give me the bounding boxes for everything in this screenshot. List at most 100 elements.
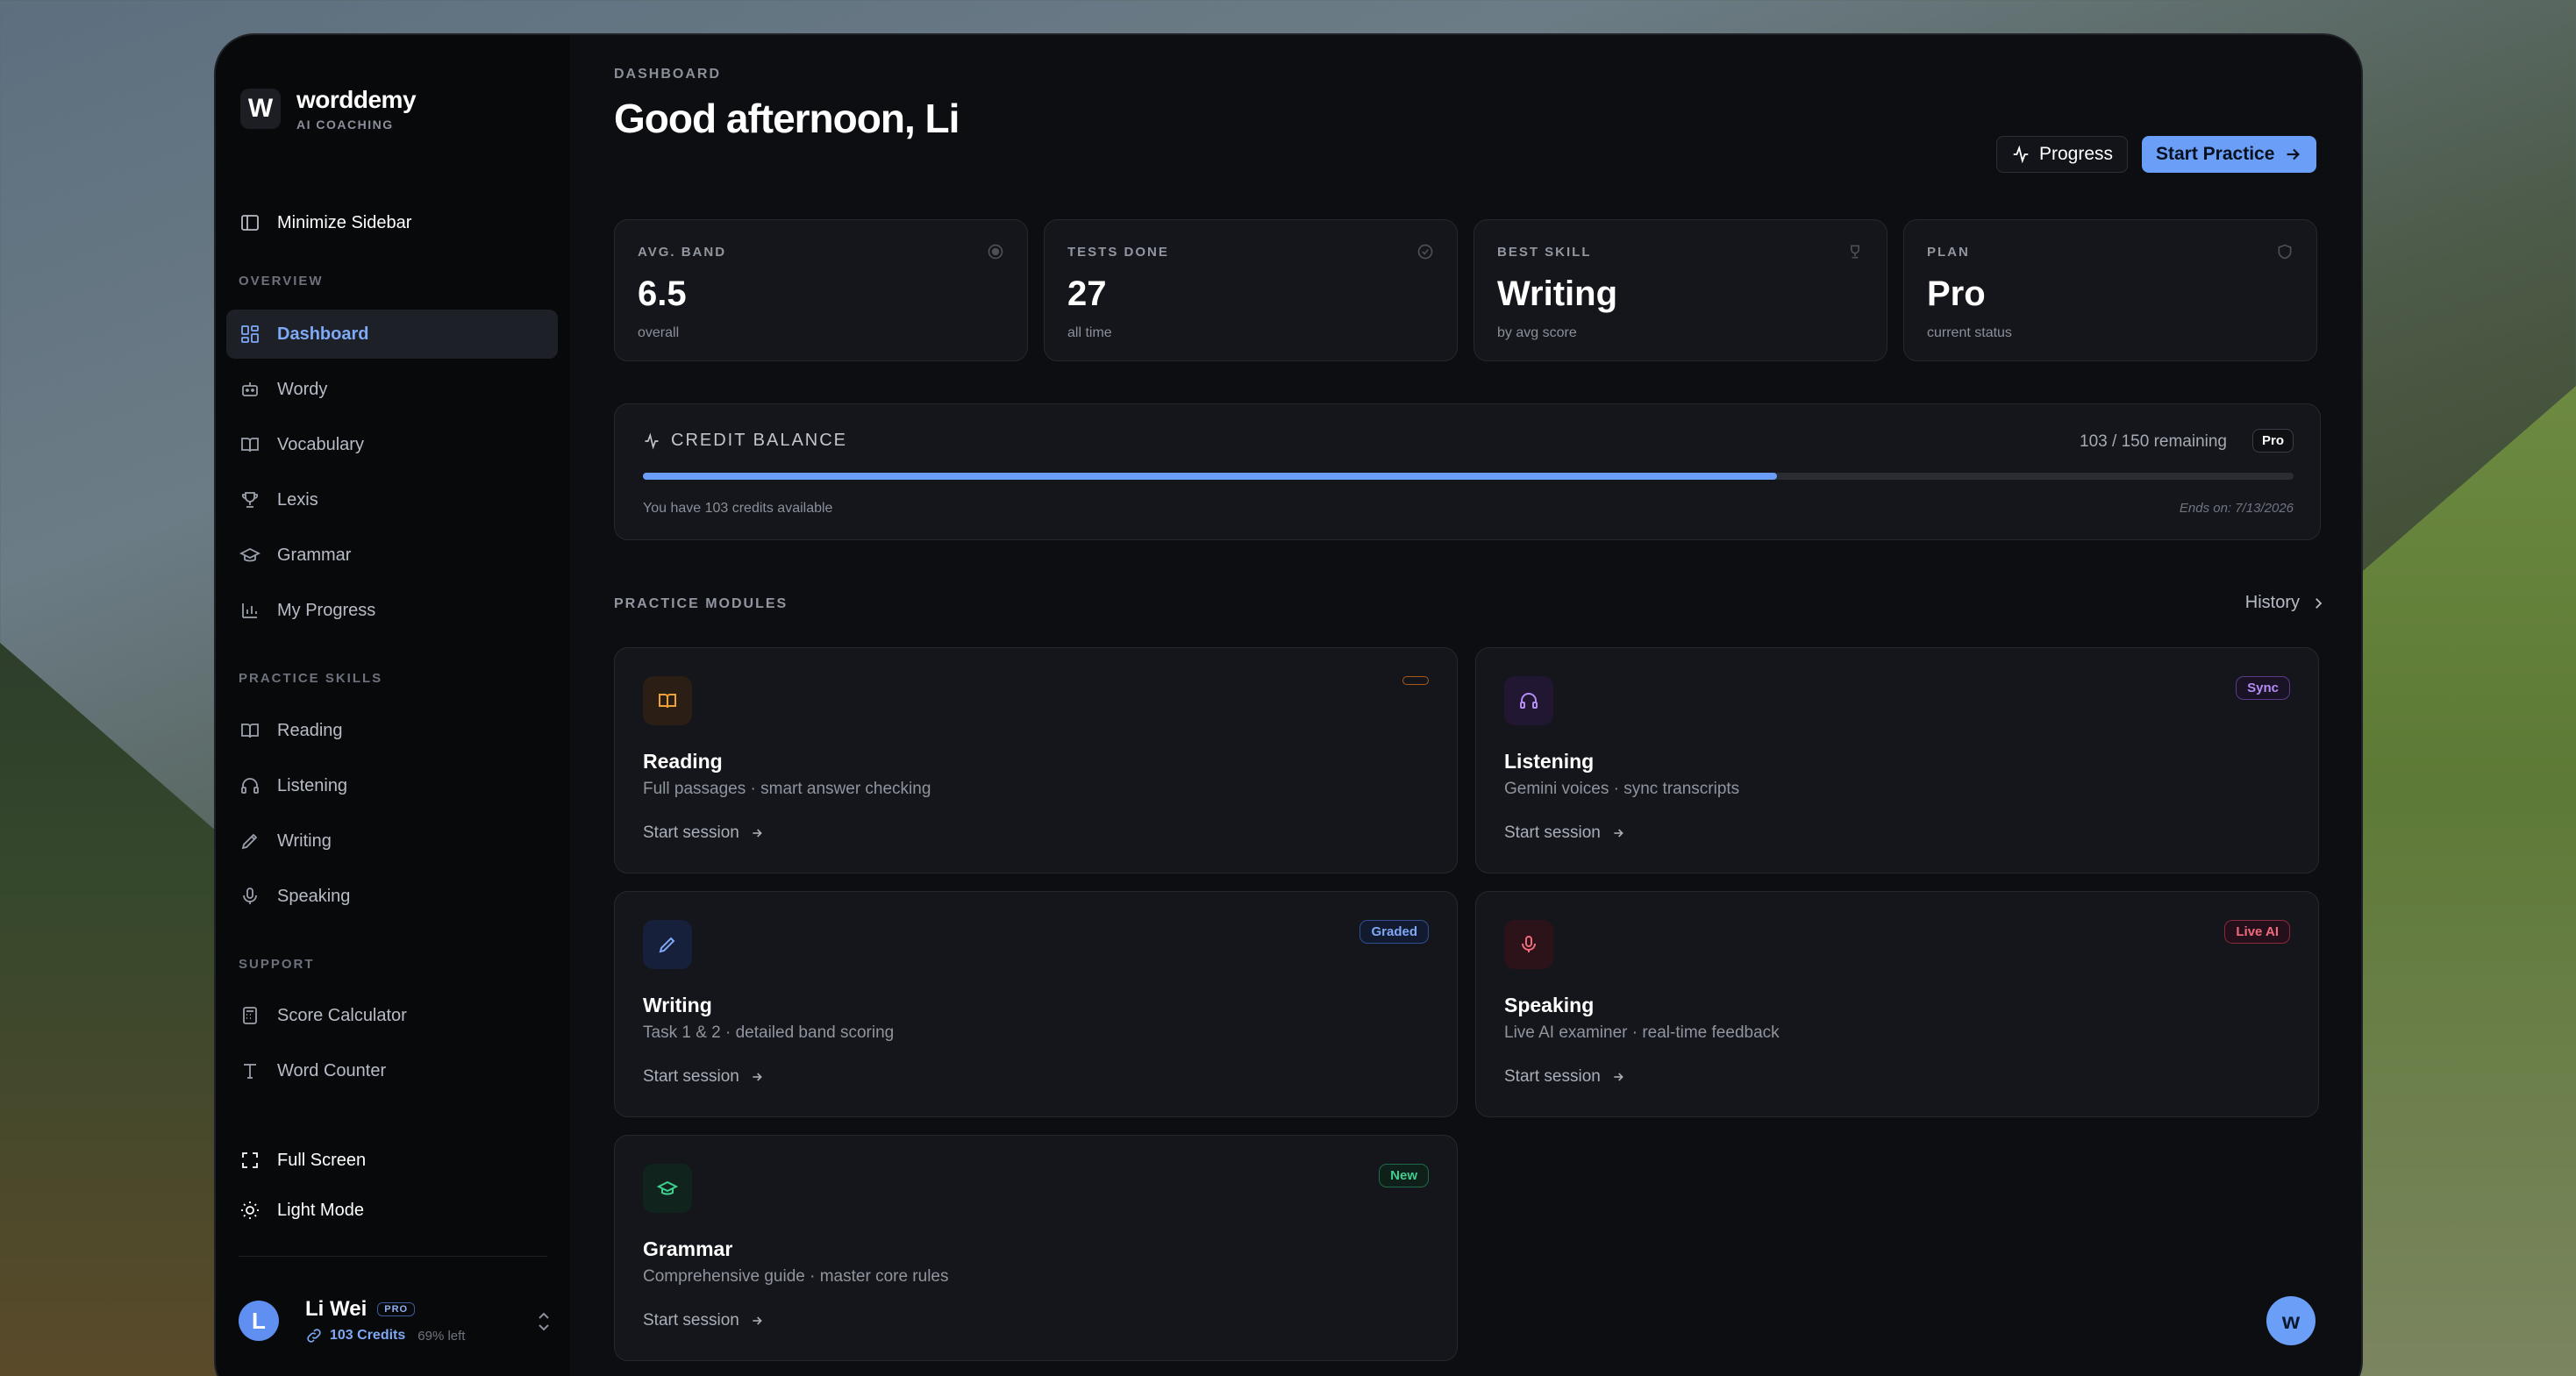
- trophy-icon: [1851, 245, 1859, 259]
- start-session-link[interactable]: Start session: [1504, 1067, 1625, 1087]
- module-card-listening[interactable]: Sync Listening Gemini voices · sync tran…: [1475, 647, 2319, 873]
- start-session-label: Start session: [643, 1311, 739, 1330]
- stat-value: Writing: [1497, 274, 1618, 313]
- module-title: Grammar: [643, 1237, 733, 1260]
- sidebar-item-listening[interactable]: Listening: [226, 761, 558, 810]
- progress-button[interactable]: Progress: [1996, 136, 2129, 173]
- stat-label: BEST SKILL: [1497, 245, 1592, 260]
- sidebar-item-reading[interactable]: Reading: [226, 706, 558, 755]
- app-window: W worddemy AI COACHING Minimize Sidebar …: [214, 33, 2363, 1376]
- sidebar-item-lexis[interactable]: Lexis: [226, 475, 558, 524]
- brand-logo: W: [240, 89, 281, 129]
- module-card-speaking[interactable]: Live AI Speaking Live AI examiner · real…: [1475, 891, 2319, 1117]
- sidebar-item-label: Reading: [277, 720, 343, 740]
- sidebar-item-speaking[interactable]: Speaking: [226, 872, 558, 921]
- fullscreen-icon: [239, 1149, 261, 1172]
- check-circle-icon: [1417, 244, 1433, 260]
- start-practice-button[interactable]: Start Practice: [2142, 136, 2317, 173]
- module-card-writing[interactable]: Graded Writing Task 1 & 2 · detailed ban…: [614, 891, 1458, 1117]
- sidebar-item-grammar[interactable]: Grammar: [226, 531, 558, 580]
- sidebar-item-label: Speaking: [277, 886, 351, 906]
- sidebar-item-writing[interactable]: Writing: [226, 816, 558, 866]
- module-description: Comprehensive guide · master core rules: [643, 1267, 949, 1286]
- microphone-icon: [1504, 920, 1553, 969]
- stat-value: 6.5: [638, 274, 687, 313]
- module-badge: Sync: [2236, 676, 2290, 700]
- light-mode-button[interactable]: Light Mode: [226, 1186, 558, 1235]
- graduation-cap-icon: [643, 1164, 692, 1213]
- history-link[interactable]: History: [2245, 593, 2326, 613]
- module-card-grammar[interactable]: New Grammar Comprehensive guide · master…: [614, 1135, 1458, 1361]
- arrow-right-icon: [1614, 1073, 1623, 1081]
- sidebar-item-my-progress[interactable]: My Progress: [226, 586, 558, 635]
- sidebar-item-label: Listening: [277, 775, 348, 795]
- module-badge: New: [1379, 1164, 1429, 1187]
- start-session-link[interactable]: Start session: [643, 823, 764, 843]
- arrow-right-icon: [2287, 148, 2301, 160]
- user-menu[interactable]: L Li Wei PRO 103 Credits 69% left: [239, 1286, 554, 1356]
- module-badge: Graded: [1359, 920, 1429, 944]
- sidebar: W worddemy AI COACHING Minimize Sidebar …: [216, 35, 570, 1376]
- stat-label: PLAN: [1927, 245, 1970, 260]
- sidebar-item-vocabulary[interactable]: Vocabulary: [226, 420, 558, 469]
- credit-balance-card: CREDIT BALANCE 103 / 150 remaining Pro Y…: [614, 403, 2321, 540]
- module-description: Gemini voices · sync transcripts: [1504, 780, 1740, 798]
- link-icon: [307, 1329, 321, 1343]
- sidebar-item-label: Dashboard: [277, 324, 369, 344]
- module-title: Reading: [643, 750, 723, 773]
- sidebar-item-dashboard[interactable]: Dashboard: [226, 310, 558, 359]
- credit-end-date: Ends on: 7/13/2026: [2179, 501, 2294, 516]
- section-label-support: SUPPORT: [239, 957, 315, 972]
- user-credits-left: 69% left: [417, 1328, 466, 1344]
- arrow-right-icon: [753, 1073, 762, 1081]
- grid-icon: [239, 323, 261, 346]
- credit-progress-bar: [643, 473, 2294, 480]
- user-credits: 103 Credits: [330, 1328, 406, 1343]
- start-session-label: Start session: [1504, 823, 1601, 842]
- module-description: Live AI examiner · real-time feedback: [1504, 1023, 1780, 1042]
- chevron-right-icon: [2316, 597, 2323, 609]
- stat-sub: overall: [638, 325, 680, 340]
- section-label-overview: OVERVIEW: [239, 274, 324, 289]
- sidebar-item-label: Score Calculator: [277, 1005, 407, 1025]
- background-hill-right: [2348, 386, 2576, 1376]
- avatar: L: [239, 1301, 279, 1341]
- sun-icon: [239, 1199, 261, 1222]
- start-session-link[interactable]: Start session: [643, 1067, 764, 1087]
- stat-value: 27: [1067, 274, 1107, 313]
- plan-badge: PRO: [377, 1302, 416, 1316]
- sidebar-divider: [239, 1256, 547, 1257]
- section-label-practice: PRACTICE SKILLS: [239, 671, 383, 686]
- microphone-icon: [239, 885, 261, 908]
- module-description: Task 1 & 2 · detailed band scoring: [643, 1023, 895, 1042]
- shield-icon: [2278, 244, 2292, 260]
- history-label: History: [2244, 593, 2300, 612]
- sidebar-item-word-counter[interactable]: Word Counter: [226, 1046, 558, 1095]
- sidebar-item-score-calculator[interactable]: Score Calculator: [226, 991, 558, 1040]
- robot-icon: [239, 378, 261, 401]
- page-title: Good afternoon, Li: [614, 96, 960, 141]
- calculator-icon: [239, 1004, 261, 1027]
- sidebar-toggle-icon: [239, 211, 261, 234]
- credit-remaining: 103 / 150 remaining: [2080, 432, 2227, 451]
- sidebar-item-wordy[interactable]: Wordy: [226, 365, 558, 414]
- user-name: Li Wei: [305, 1297, 367, 1321]
- book-open-icon: [643, 676, 692, 725]
- stat-sub: by avg score: [1497, 325, 1577, 340]
- activity-icon: [2013, 145, 2029, 164]
- stat-label: AVG. BAND: [638, 245, 727, 260]
- stat-value: Pro: [1927, 274, 1986, 313]
- assistant-fab-button[interactable]: w: [2266, 1296, 2316, 1345]
- module-description: Full passages · smart answer checking: [643, 780, 931, 798]
- credit-title: CREDIT BALANCE: [671, 431, 848, 450]
- minimize-sidebar-button[interactable]: Minimize Sidebar: [226, 198, 558, 247]
- sidebar-item-label: Writing: [277, 831, 332, 851]
- start-session-link[interactable]: Start session: [643, 1311, 764, 1330]
- full-screen-button[interactable]: Full Screen: [226, 1136, 558, 1185]
- module-title: Listening: [1504, 750, 1595, 773]
- brand[interactable]: W worddemy AI COACHING: [240, 86, 417, 132]
- start-session-link[interactable]: Start session: [1504, 823, 1625, 843]
- stat-card-best-skill: BEST SKILL Writing by avg score: [1474, 219, 1887, 361]
- module-card-reading[interactable]: Reading Full passages · smart answer che…: [614, 647, 1458, 873]
- headphones-icon: [1504, 676, 1553, 725]
